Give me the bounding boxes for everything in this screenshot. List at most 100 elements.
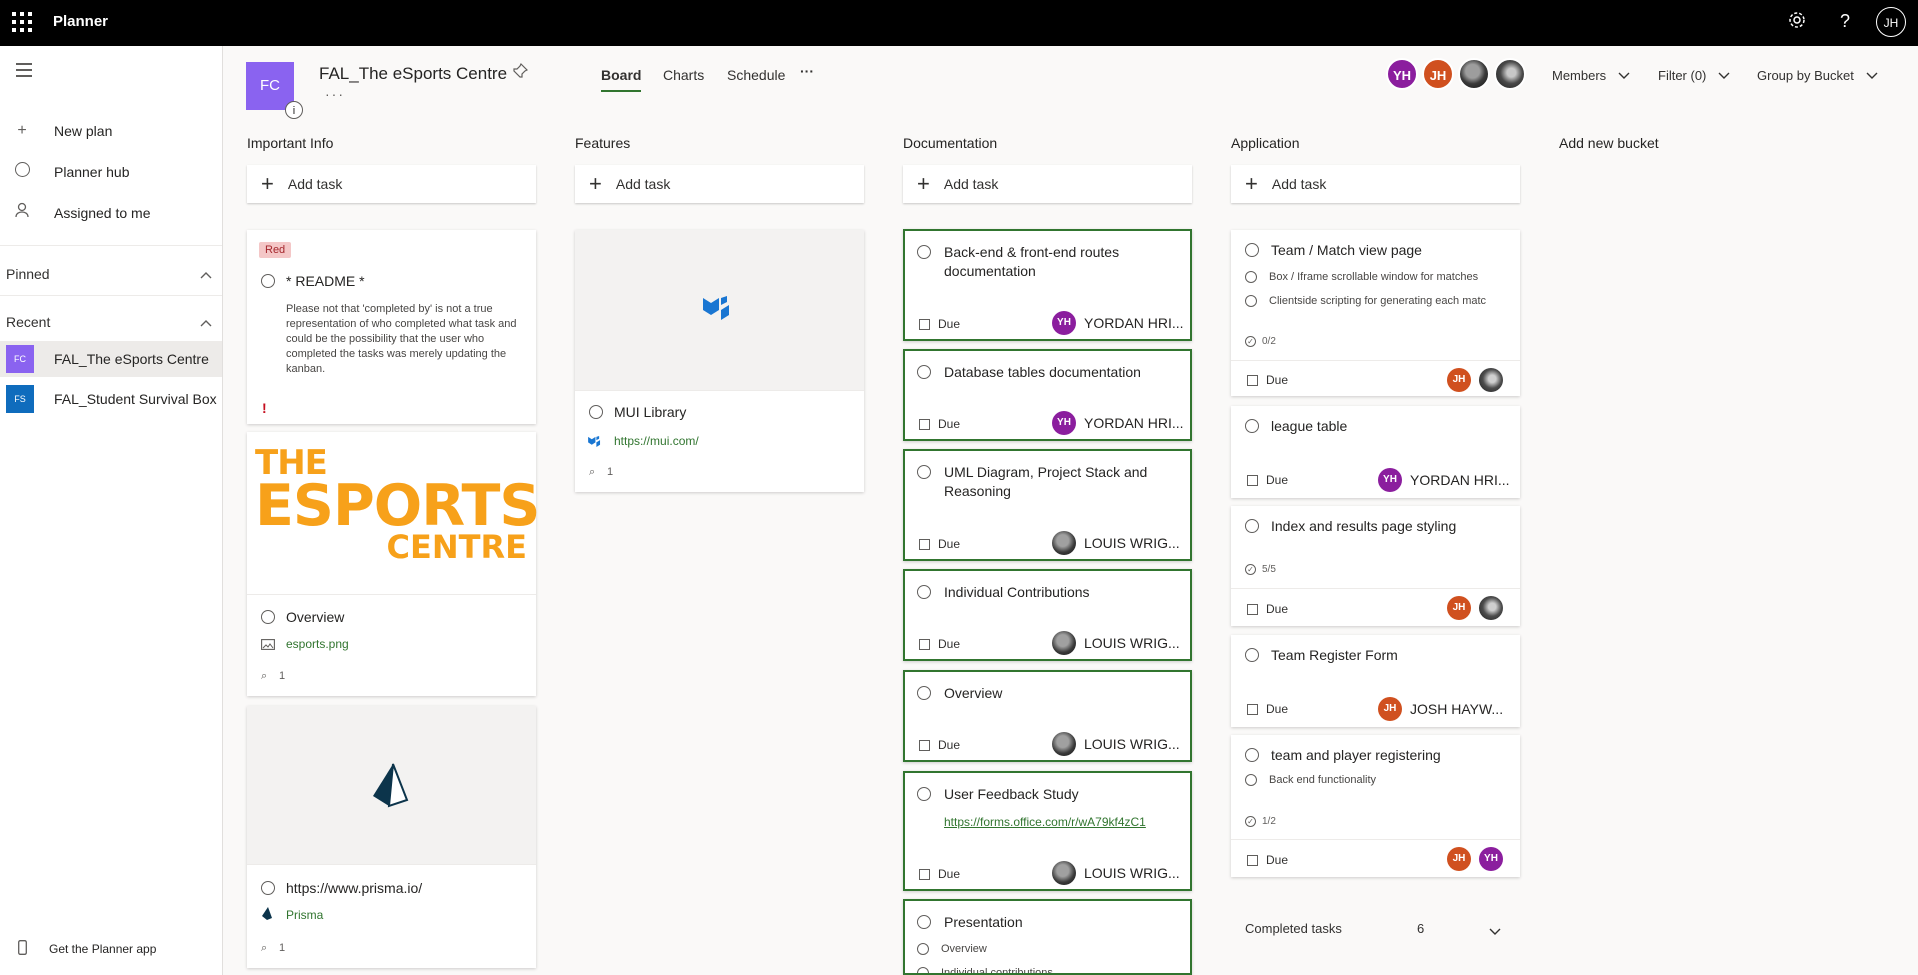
chevron-up-icon[interactable]: [200, 266, 212, 282]
recent-plan-survival-box[interactable]: FS FAL_Student Survival Box: [0, 381, 222, 417]
add-task-button[interactable]: + Add task: [247, 165, 536, 203]
account-avatar[interactable]: JH: [1876, 7, 1906, 37]
assignee-avatar-photo[interactable]: [1479, 368, 1503, 392]
task-card[interactable]: Red * README * Please not that 'complete…: [247, 230, 536, 424]
checklist-item[interactable]: Clientside scripting for generating each…: [1245, 295, 1513, 307]
completed-tasks-toggle[interactable]: Completed tasks 6: [1245, 921, 1505, 936]
nav-new-plan-label: New plan: [54, 123, 113, 139]
assignee[interactable]: LOUIS WRIG...: [1052, 861, 1180, 885]
member-avatar[interactable]: JH: [1422, 58, 1454, 90]
member-avatar[interactable]: YH: [1386, 58, 1418, 90]
assignee[interactable]: YH YORDAN HRI...: [1052, 411, 1184, 435]
task-card[interactable]: Back-end & front-end routes documentatio…: [903, 229, 1192, 341]
bucket-title-documentation[interactable]: Documentation: [903, 135, 997, 151]
checklist-item[interactable]: Individual contributions: [917, 967, 1053, 973]
assignee-avatar[interactable]: YH: [1479, 847, 1503, 871]
nav-new-plan[interactable]: + New plan: [12, 122, 112, 140]
complete-checkbox[interactable]: [917, 245, 931, 259]
attachment-link[interactable]: Prisma: [286, 908, 323, 922]
assignee[interactable]: YH YORDAN HRI...: [1378, 468, 1510, 492]
complete-checkbox[interactable]: [1245, 243, 1259, 257]
plan-icon: FC: [6, 345, 34, 373]
tab-charts[interactable]: Charts: [663, 67, 704, 83]
complete-checkbox[interactable]: [917, 686, 931, 700]
task-card[interactable]: Database tables documentation Due YH YORD…: [903, 349, 1192, 441]
add-task-button[interactable]: + Add task: [903, 165, 1192, 203]
help-icon[interactable]: ?: [1840, 11, 1850, 32]
assignee[interactable]: LOUIS WRIG...: [1052, 631, 1180, 655]
task-title: team and player registering: [1271, 747, 1441, 763]
calendar-icon: [919, 638, 930, 650]
complete-checkbox[interactable]: [1245, 648, 1259, 662]
pinned-section-header[interactable]: Pinned: [6, 266, 212, 282]
member-avatar-photo[interactable]: [1458, 58, 1490, 90]
task-card[interactable]: Team / Match view page Box / Iframe scro…: [1231, 230, 1520, 396]
assignee-avatar[interactable]: JH: [1447, 847, 1471, 871]
complete-checkbox[interactable]: [1245, 748, 1259, 762]
task-card[interactable]: https://www.prisma.io/ Prisma ⌕ 1: [247, 706, 536, 968]
complete-checkbox[interactable]: [589, 405, 603, 419]
checklist-item[interactable]: Overview: [917, 943, 987, 955]
task-card[interactable]: THE ESPORTS CENTRE Overview esports.png …: [247, 432, 541, 696]
attachment-link[interactable]: https://mui.com/: [614, 434, 699, 448]
recent-section-header[interactable]: Recent: [6, 314, 212, 330]
complete-checkbox[interactable]: [917, 915, 931, 929]
chevron-up-icon[interactable]: [200, 314, 212, 330]
task-card[interactable]: league table Due YH YORDAN HRI...: [1231, 406, 1520, 498]
task-card[interactable]: UML Diagram, Project Stack and Reasoning…: [903, 449, 1192, 561]
task-card[interactable]: Index and results page styling ✓ 5/5 Due …: [1231, 506, 1520, 626]
assignee-avatar[interactable]: JH: [1447, 596, 1471, 620]
task-card[interactable]: Individual Contributions Due LOUIS WRIG.…: [903, 569, 1192, 661]
complete-checkbox[interactable]: [261, 610, 275, 624]
task-card[interactable]: Presentation Overview Individual contrib…: [903, 899, 1192, 975]
app-title[interactable]: Planner: [53, 13, 108, 30]
assignee[interactable]: LOUIS WRIG...: [1052, 531, 1180, 555]
attachment-link[interactable]: esports.png: [286, 637, 349, 651]
checklist-item[interactable]: Back end functionality: [1245, 774, 1376, 786]
task-card[interactable]: Team Register Form Due JH JOSH HAYW...: [1231, 635, 1520, 727]
add-task-button[interactable]: + Add task: [575, 165, 864, 203]
nav-assigned-to-me[interactable]: Assigned to me: [12, 202, 151, 223]
complete-checkbox[interactable]: [1245, 419, 1259, 433]
nav-planner-hub[interactable]: Planner hub: [12, 162, 130, 182]
complete-checkbox[interactable]: [1245, 519, 1259, 533]
bucket-title-features[interactable]: Features: [575, 135, 630, 151]
hamburger-menu-icon[interactable]: [16, 63, 32, 81]
complete-checkbox[interactable]: [261, 881, 275, 895]
tab-board[interactable]: Board: [601, 67, 642, 92]
app-launcher-icon[interactable]: [12, 12, 32, 32]
complete-checkbox[interactable]: [917, 465, 931, 479]
add-task-button[interactable]: + Add task: [1231, 165, 1520, 203]
plan-more-icon[interactable]: ···: [325, 86, 345, 102]
task-card[interactable]: User Feedback Study https://forms.office…: [903, 771, 1192, 891]
complete-checkbox[interactable]: [917, 585, 931, 599]
assignee-avatar[interactable]: JH: [1447, 368, 1471, 392]
task-card[interactable]: Overview Due LOUIS WRIG...: [903, 670, 1192, 762]
bucket-title-important-info[interactable]: Important Info: [247, 135, 333, 151]
complete-checkbox[interactable]: [261, 274, 275, 288]
member-avatar-photo[interactable]: [1494, 58, 1526, 90]
assignee[interactable]: LOUIS WRIG...: [1052, 732, 1180, 756]
add-new-bucket[interactable]: Add new bucket: [1559, 135, 1659, 151]
assignee[interactable]: JH JOSH HAYW...: [1378, 697, 1503, 721]
checklist-item[interactable]: Box / Iframe scrollable window for match…: [1245, 271, 1513, 283]
bucket-title-application[interactable]: Application: [1231, 135, 1300, 151]
info-icon[interactable]: i: [285, 101, 303, 119]
members-dropdown[interactable]: Members: [1552, 68, 1630, 83]
get-planner-app-link[interactable]: Get the Planner app: [18, 940, 156, 958]
assignee[interactable]: YH YORDAN HRI...: [1052, 311, 1184, 335]
label-badge: Red: [259, 242, 292, 258]
task-card[interactable]: team and player registering Back end fun…: [1231, 735, 1520, 877]
complete-checkbox[interactable]: [917, 365, 931, 379]
task-link[interactable]: https://forms.office.com/r/wA79kf4zC1: [944, 815, 1146, 829]
tabs-more-icon[interactable]: ···: [800, 63, 814, 79]
tab-schedule[interactable]: Schedule: [727, 67, 785, 83]
filter-dropdown[interactable]: Filter (0): [1658, 68, 1730, 83]
assignee-avatar-photo[interactable]: [1479, 596, 1503, 620]
settings-icon[interactable]: [1788, 11, 1806, 34]
complete-checkbox[interactable]: [917, 787, 931, 801]
group-by-dropdown[interactable]: Group by Bucket: [1757, 68, 1878, 83]
pin-icon[interactable]: [512, 62, 529, 83]
recent-plan-esports[interactable]: FC FAL_The eSports Centre: [0, 341, 222, 377]
task-card[interactable]: MUI Library https://mui.com/ ⌕ 1: [575, 230, 864, 492]
